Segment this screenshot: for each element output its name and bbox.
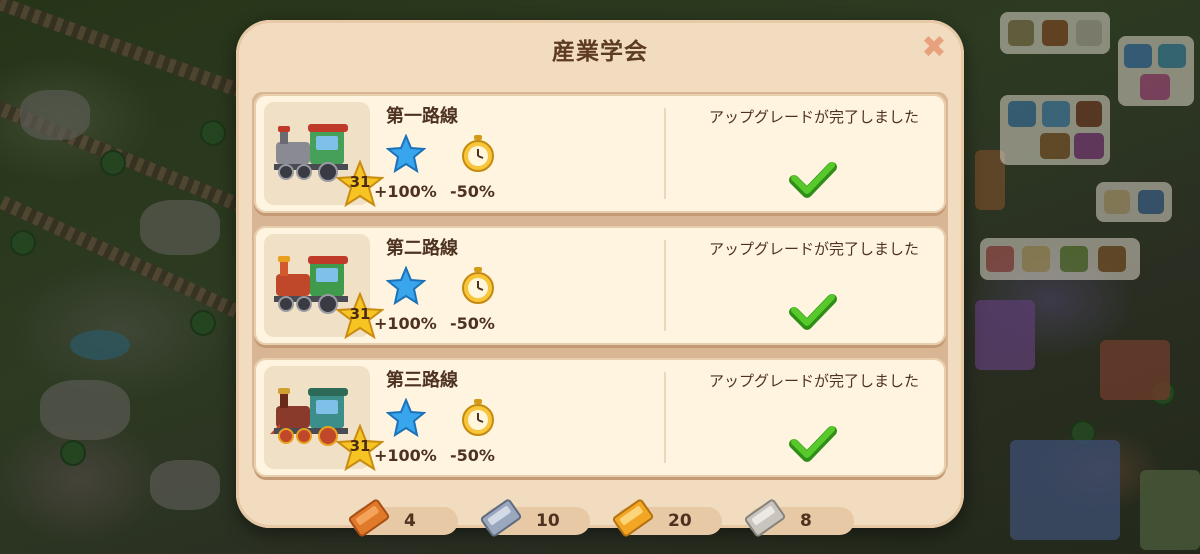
train-thumbnail: 31 — [264, 102, 385, 208]
resource-value: 20 — [668, 511, 692, 531]
route-name: 第一路線 — [386, 106, 458, 127]
route-name: 第三路線 — [386, 370, 458, 391]
stopwatch-icon — [462, 267, 494, 304]
bronze-ingot-icon — [348, 499, 390, 537]
dialog-title: 産業学会 — [552, 39, 648, 65]
route-list[interactable]: 31 第一路線 +100% -50% アップグレードが完了しました 31 第二路… — [252, 92, 948, 477]
tree — [190, 310, 216, 336]
star-bonus-value: +100% — [374, 314, 437, 333]
tree — [10, 230, 36, 256]
train-thumbnail: 31 — [264, 366, 385, 472]
upgrade-status-text: アップグレードが完了しました — [708, 372, 919, 390]
rock — [150, 460, 220, 510]
rock — [40, 380, 130, 440]
tree — [60, 440, 86, 466]
time-bonus-value: -50% — [450, 314, 495, 333]
building — [975, 300, 1035, 370]
rail-track — [0, 0, 254, 102]
tree — [100, 150, 126, 176]
decor-panel — [1118, 36, 1194, 106]
row-divider — [664, 372, 666, 463]
gold-ingot-icon — [612, 499, 654, 537]
route-name: 第二路線 — [386, 238, 458, 259]
route-row: 31 第一路線 +100% -50% アップグレードが完了しました — [254, 94, 946, 213]
decor-panel — [1000, 12, 1110, 54]
stopwatch-icon — [462, 135, 494, 172]
decor-panel — [980, 238, 1140, 280]
row-divider — [664, 240, 666, 331]
building — [1100, 340, 1170, 400]
decor-panel — [1096, 182, 1172, 222]
resource-value: 10 — [536, 511, 560, 531]
industry-academy-dialog: 産業学会 ✖ 31 第一路線 +100% -50% アップグレードが完了しました… — [236, 20, 964, 537]
rock — [20, 90, 90, 140]
platinum-ingot-icon — [744, 499, 786, 537]
silver-ingot-icon — [480, 499, 522, 537]
building — [1010, 440, 1120, 540]
resource-value: 4 — [404, 511, 416, 531]
resource-value: 8 — [800, 511, 812, 531]
row-divider — [664, 108, 666, 199]
resource-platinum: 8 — [744, 499, 854, 537]
time-bonus-value: -50% — [450, 182, 495, 201]
star-bonus-value: +100% — [374, 446, 437, 465]
blue-star-icon — [386, 134, 426, 174]
star-bonus-value: +100% — [374, 182, 437, 201]
resource-silver: 10 — [480, 499, 590, 537]
blue-star-icon — [386, 266, 426, 306]
close-x-icon: ✖ — [921, 30, 947, 65]
stopwatch-icon — [462, 399, 494, 436]
route-row: 31 第三路線 +100% -50% アップグレードが完了しました — [254, 358, 946, 477]
building — [1140, 470, 1200, 550]
checkmark-icon — [789, 426, 837, 462]
rock — [140, 200, 220, 255]
upgrade-status-text: アップグレードが完了しました — [708, 240, 919, 258]
train-thumbnail: 31 — [264, 234, 385, 340]
blue-star-icon — [386, 398, 426, 438]
close-button[interactable]: ✖ — [920, 30, 948, 65]
tree — [200, 120, 226, 146]
pond — [70, 330, 130, 360]
checkmark-icon — [789, 294, 837, 330]
resource-gold: 20 — [612, 499, 722, 537]
resource-bronze: 4 — [348, 499, 458, 537]
upgrade-status-text: アップグレードが完了しました — [708, 108, 919, 126]
time-bonus-value: -50% — [450, 446, 495, 465]
decor-panel — [1000, 95, 1110, 165]
checkmark-icon — [789, 162, 837, 198]
route-row: 31 第二路線 +100% -50% アップグレードが完了しました — [254, 226, 946, 345]
